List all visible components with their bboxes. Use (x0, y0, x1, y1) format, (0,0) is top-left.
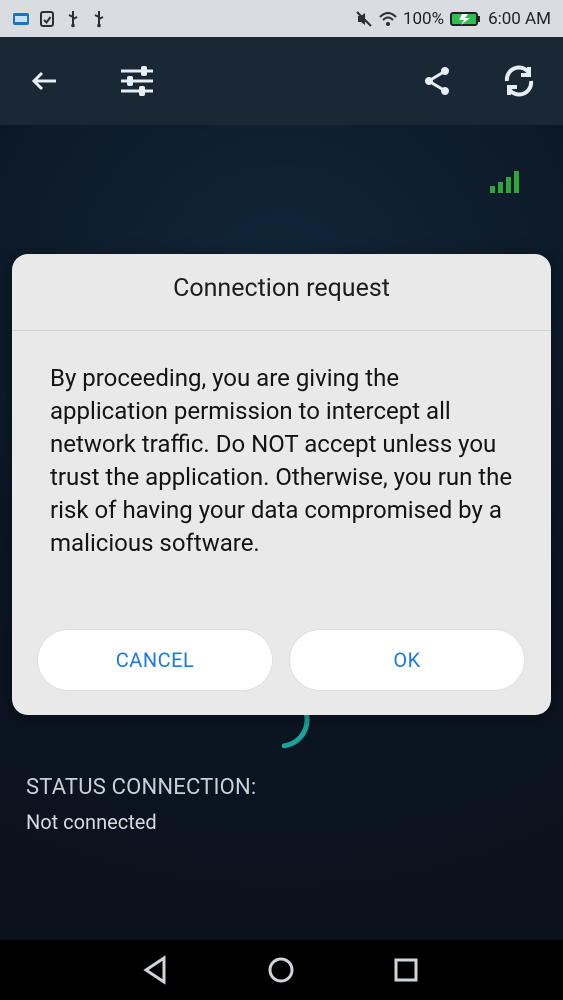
signal-bars-icon (490, 171, 519, 193)
dialog-message: By proceeding, you are giving the applic… (50, 364, 513, 557)
signal-indicator (489, 168, 523, 194)
mute-icon (355, 10, 373, 28)
refresh-icon (504, 65, 534, 97)
ok-button[interactable]: OK (290, 630, 524, 690)
status-left-icons (12, 10, 108, 28)
dialog-divider (12, 330, 551, 331)
share-button[interactable] (413, 57, 461, 105)
clock: 6:00 AM (488, 8, 551, 29)
battery-charging-icon (450, 10, 482, 28)
settings-button[interactable] (113, 57, 161, 105)
usb-icon (90, 10, 108, 28)
clipboard-check-icon (38, 10, 56, 28)
wifi-icon (379, 10, 397, 28)
nav-back-button[interactable] (138, 952, 174, 988)
nav-recents-button[interactable] (388, 952, 424, 988)
status-bar: 100% 6:00 AM (0, 0, 563, 37)
refresh-button[interactable] (495, 57, 543, 105)
usb-icon (64, 10, 82, 28)
nav-recents-icon (394, 958, 418, 982)
connection-request-dialog: Connection request By proceeding, you ar… (12, 254, 551, 715)
battery-percentage: 100% (402, 8, 445, 29)
nav-back-icon (143, 955, 166, 985)
dialog-actions: CANCEL OK (38, 630, 524, 690)
back-button[interactable] (20, 57, 68, 105)
image-icon (12, 10, 30, 28)
cancel-button[interactable]: CANCEL (38, 630, 272, 690)
status-right-icons: 100% 6:00 AM (355, 9, 551, 29)
nav-home-button[interactable] (263, 952, 299, 988)
dialog-title: Connection request (173, 274, 390, 303)
share-icon (425, 67, 449, 95)
status-label: STATUS CONNECTION: (26, 775, 257, 800)
nav-home-icon (268, 957, 294, 983)
app-bar (0, 37, 563, 125)
system-navigation-bar (0, 940, 563, 1000)
sliders-icon (121, 66, 153, 96)
status-value: Not connected (26, 810, 157, 834)
back-arrow-icon (31, 71, 56, 91)
